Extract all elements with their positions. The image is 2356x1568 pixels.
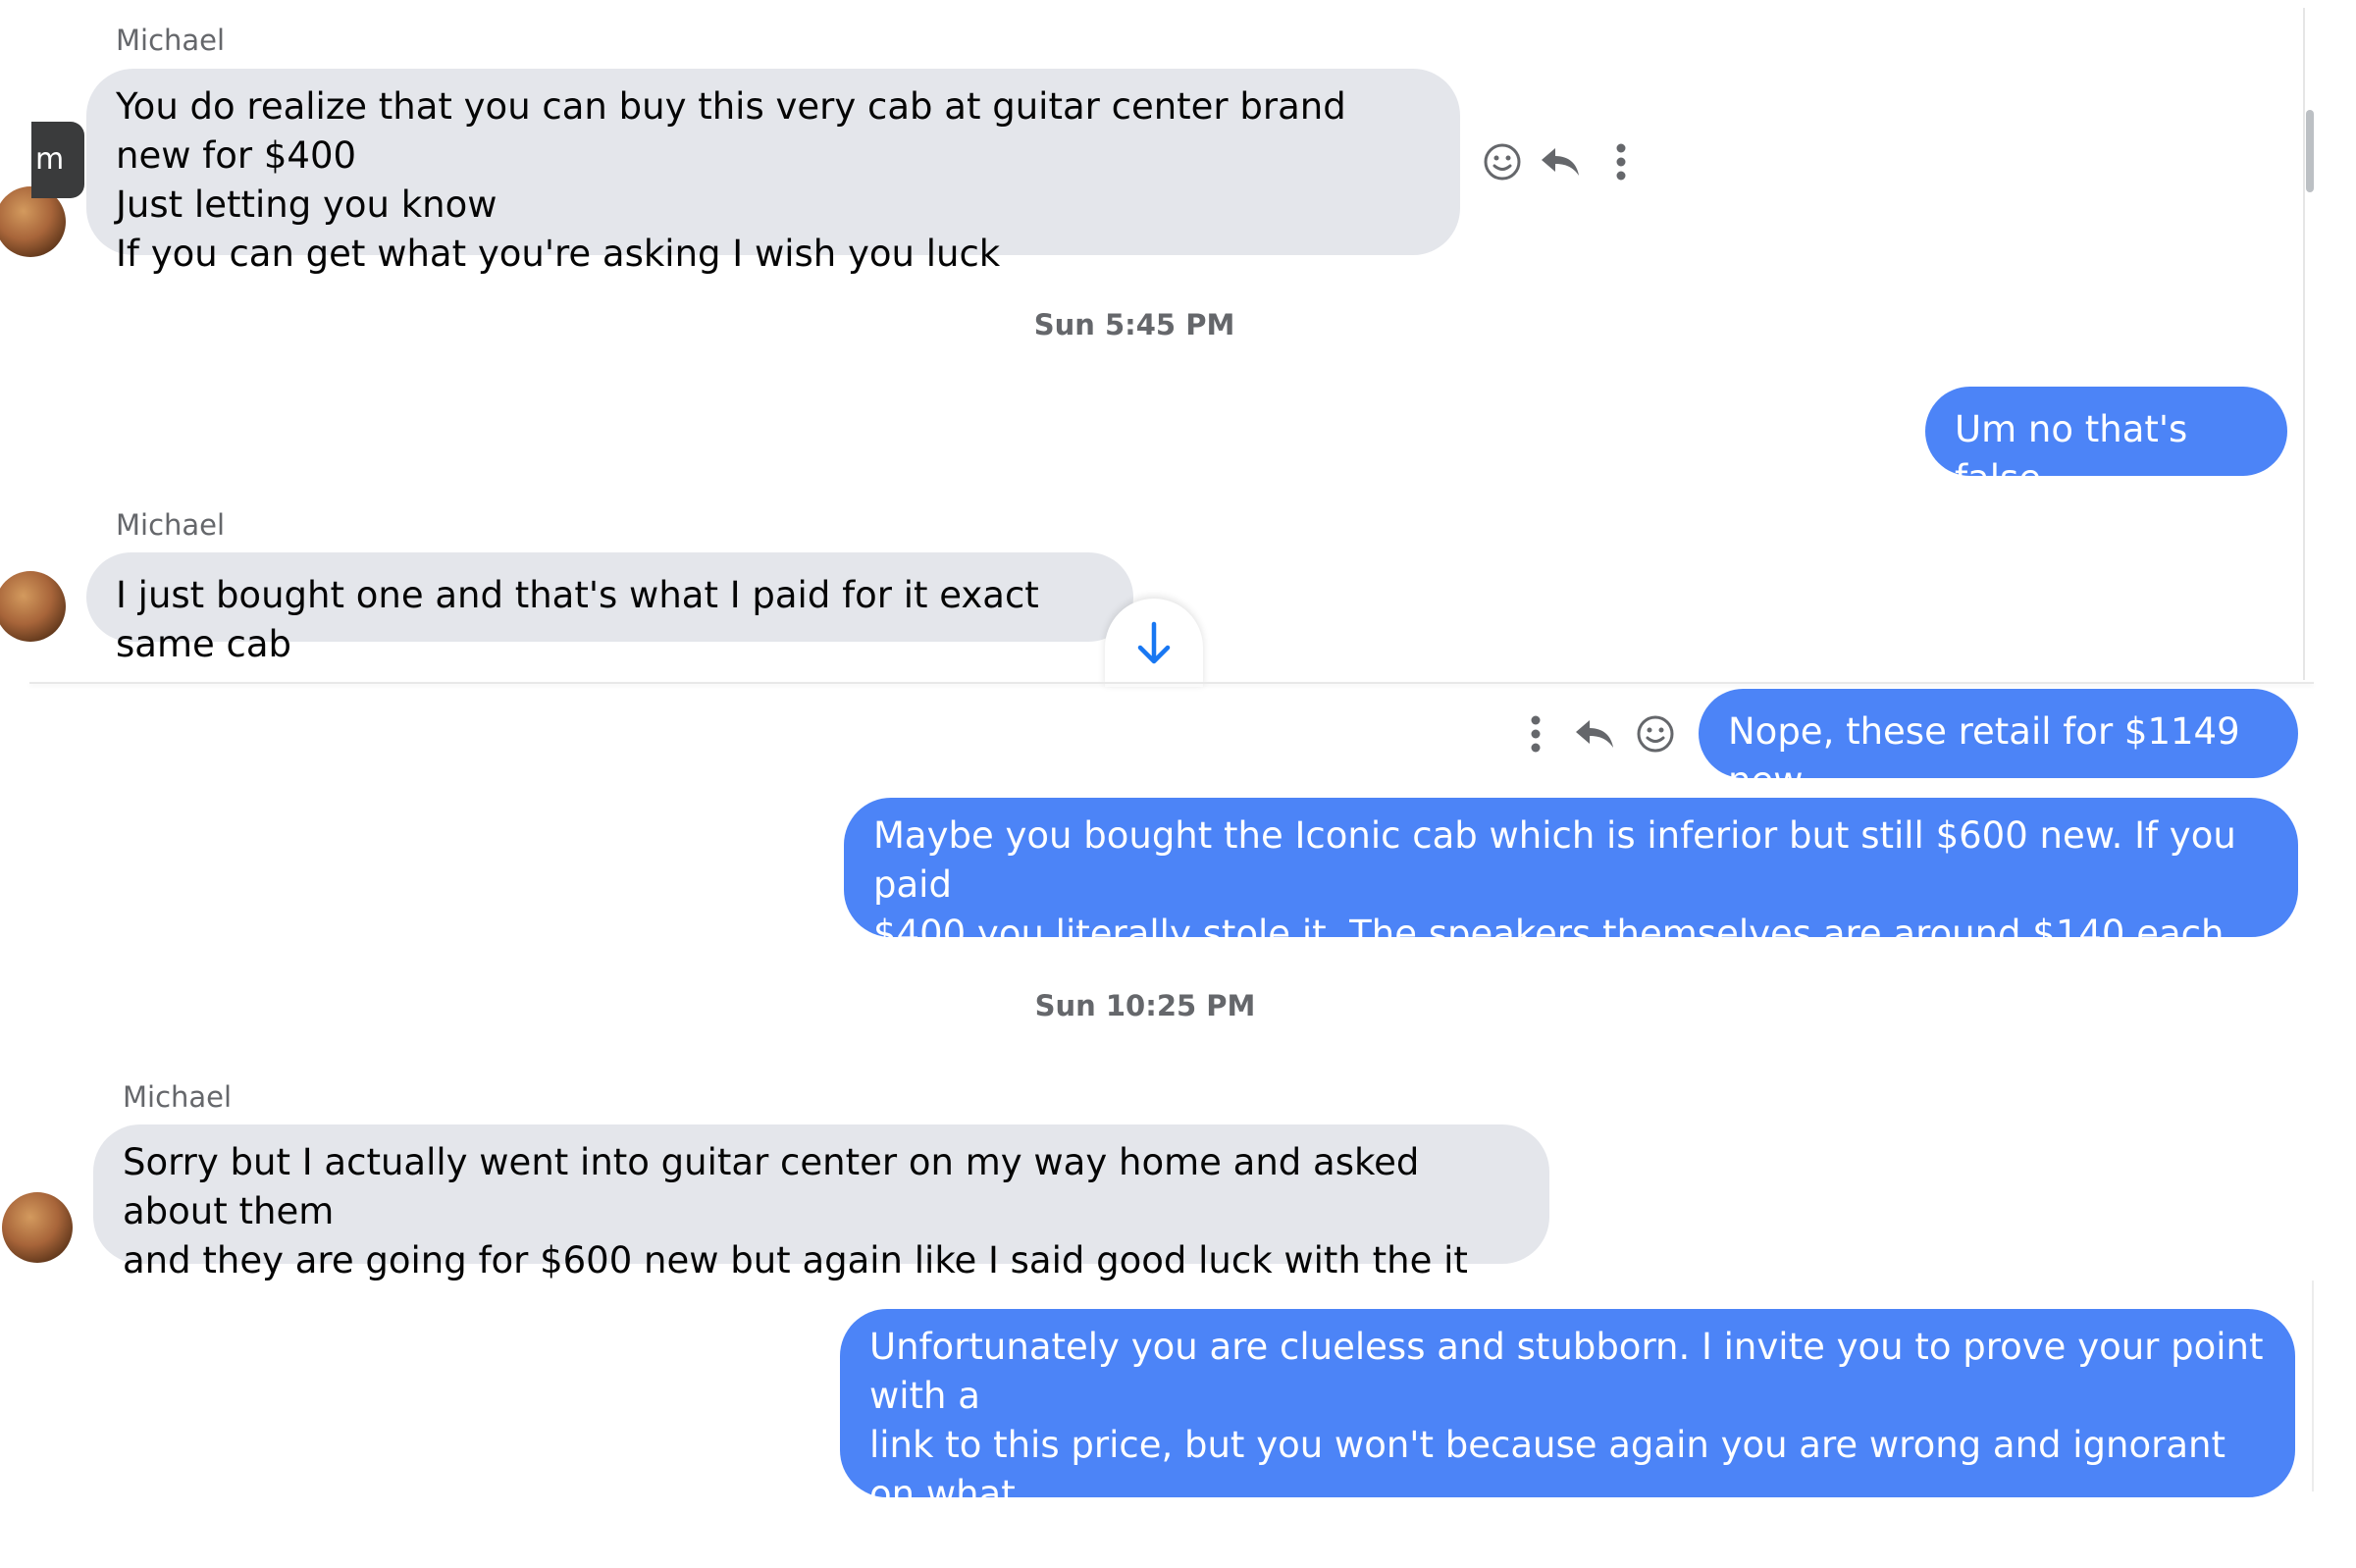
reply-icon[interactable]	[1573, 712, 1616, 756]
more-vertical-icon[interactable]	[1514, 712, 1557, 756]
scrollbar-track[interactable]	[2303, 8, 2317, 680]
message-bubble-outgoing[interactable]: Maybe you bought the Iconic cab which is…	[844, 798, 2298, 955]
message-bubble-outgoing[interactable]: Nope, these retail for $1149 new.	[1699, 689, 2298, 802]
avatar[interactable]	[2, 1192, 73, 1263]
pane-divider	[29, 682, 2314, 684]
message-bubble-incoming[interactable]: You do realize that you can buy this ver…	[86, 69, 1460, 275]
scrollbar-thumb[interactable]	[2306, 110, 2314, 192]
message-bubble-outgoing[interactable]: Unfortunately you are clueless and stubb…	[840, 1309, 2295, 1564]
avatar[interactable]	[0, 571, 66, 642]
smiley-icon[interactable]	[1634, 712, 1677, 756]
reply-icon[interactable]	[1539, 140, 1582, 183]
timestamp: Sun 5:45 PM	[1033, 308, 1235, 341]
sender-name: Michael	[123, 1080, 233, 1114]
message-bubble-outgoing[interactable]: Um no that's false.	[1925, 387, 2287, 499]
sender-name: Michael	[116, 24, 226, 57]
smiley-icon[interactable]	[1481, 140, 1524, 183]
message-bubble-incoming[interactable]: I just bought one and that's what I paid…	[86, 552, 1133, 665]
arrow-down-icon	[1137, 621, 1171, 664]
tooltip: m	[31, 122, 84, 198]
more-vertical-icon[interactable]	[1599, 140, 1643, 183]
pane-border	[2312, 1281, 2314, 1491]
sender-name: Michael	[116, 508, 226, 542]
timestamp: Sun 10:25 PM	[1034, 989, 1256, 1022]
message-bubble-incoming[interactable]: Sorry but I actually went into guitar ce…	[93, 1124, 1549, 1281]
jump-to-latest-button[interactable]	[1105, 599, 1203, 687]
